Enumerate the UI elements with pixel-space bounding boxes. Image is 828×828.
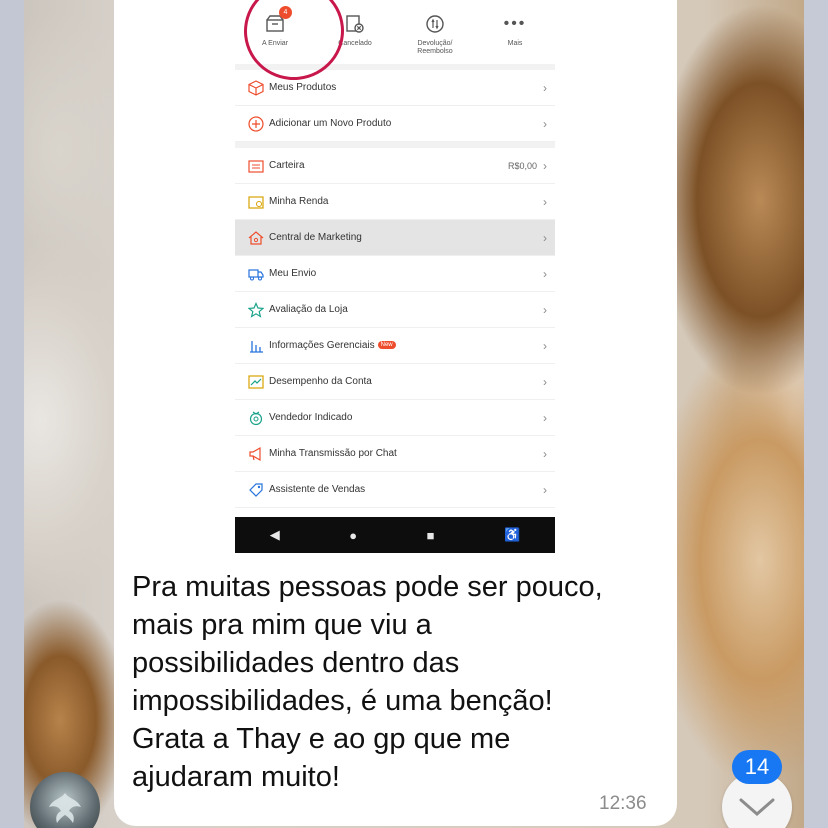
menu-item-carteira[interactable]: Carteira R$0,00 › [235,148,555,184]
menu-item-desempenho-conta[interactable]: Desempenho da Conta › [235,364,555,400]
menu-item-meu-envio[interactable]: Meu Envio › [235,256,555,292]
wallet-icon [248,159,264,173]
chevron-right-icon: › [543,158,547,173]
android-navbar: ◀ ● ■ ♿ [235,517,555,553]
tab-devolucao[interactable]: Devolução/ Reembolso [395,12,475,64]
chevron-right-icon: › [543,80,547,95]
chevron-right-icon: › [543,410,547,425]
chevron-down-icon [739,798,775,816]
cancel-doc-icon [346,15,364,33]
menu-item-label: Minha Renda [269,196,329,207]
truck-icon [248,268,264,280]
menu-item-label: Vendedor Indicado [269,412,353,423]
chevron-right-icon: › [543,338,547,353]
menu-item-label: Minha Transmissão por Chat [269,448,397,459]
chevron-right-icon: › [543,194,547,209]
menu-item-avaliacao-loja[interactable]: Avaliação da Loja › [235,292,555,328]
unread-count-badge: 14 [732,750,782,784]
message-text: Pra muitas pessoas pode ser pouco, mais … [132,568,672,796]
menu-item-central-marketing[interactable]: Central de Marketing › [235,220,555,256]
megaphone-icon [249,446,261,461]
menu-item-label: Assistente de Vendas [269,484,366,495]
new-badge: New [377,341,396,349]
menu-item-label: Informações Gerenciais New [269,340,543,351]
menu-item-label: Adicionar um Novo Produto [269,118,392,129]
medal-icon [249,411,263,425]
menu-item-label: Meus Produtos [269,82,337,93]
menu-item-label: Avaliação da Loja [269,304,348,315]
refund-icon [426,15,444,33]
message-line: mais pra mim que viu a [132,609,432,641]
message-line: possibilidades dentro das [132,647,460,679]
tab-label: Mais [507,40,523,47]
message-timestamp: 12:36 [599,793,647,814]
chevron-right-icon: › [543,230,547,245]
message-line: Grata a Thay e ao gp que me [132,723,511,755]
menu-item-transmissao-chat[interactable]: Minha Transmissão por Chat › [235,436,555,472]
accessibility-icon[interactable]: ♿ [504,527,520,543]
menu-item-vendedor-indicado[interactable]: Vendedor Indicado › [235,400,555,436]
menu-item-assistente-vendas[interactable]: Assistente de Vendas › [235,472,555,508]
chevron-right-icon: › [543,446,547,461]
star-icon [248,301,264,318]
back-icon[interactable]: ◀ [270,527,280,543]
home-icon[interactable]: ● [349,528,357,543]
menu-item-label-text: Informações Gerenciais [269,340,375,351]
home-marketing-icon [248,230,264,245]
menu-item-label: Desempenho da Conta [269,376,372,387]
message-line: impossibilidades, é uma benção! [132,685,553,717]
cube-icon [248,79,264,96]
bar-chart-icon [250,340,263,353]
tag-icon [249,482,263,497]
menu-item-label: Meu Envio [269,268,317,279]
chevron-right-icon: › [543,266,547,281]
tab-label: Cancelado [338,40,372,47]
screen-edge-left [0,0,24,828]
more-dots-icon: ••• [503,15,527,32]
plus-circle-icon [248,115,264,132]
phoenix-icon [49,793,81,823]
attached-screenshot[interactable]: 4 A Enviar Cancelado Devolução/ Reembols… [235,0,555,553]
chevron-right-icon: › [543,116,547,131]
message-line: Pra muitas pessoas pode ser pouco, [132,571,603,603]
chevron-right-icon: › [543,482,547,497]
performance-icon [248,374,264,389]
menu-item-label: Carteira [269,160,305,171]
menu-item-adicionar-produto[interactable]: Adicionar um Novo Produto › [235,106,555,142]
income-icon [248,195,264,209]
screen-edge-right [804,0,828,828]
chevron-right-icon: › [543,374,547,389]
recents-icon[interactable]: ■ [427,528,435,543]
menu-item-informacoes-gerenciais[interactable]: Informações Gerenciais New › [235,328,555,364]
tab-mais[interactable]: ••• Mais [475,12,555,64]
message-line: ajudaram muito! [132,761,340,793]
menu-item-minha-renda[interactable]: Minha Renda › [235,184,555,220]
wallet-balance: R$0,00 [507,160,537,171]
chevron-right-icon: › [543,302,547,317]
tab-label: Devolução/ Reembolso [417,40,453,55]
menu-item-label: Central de Marketing [269,232,362,243]
